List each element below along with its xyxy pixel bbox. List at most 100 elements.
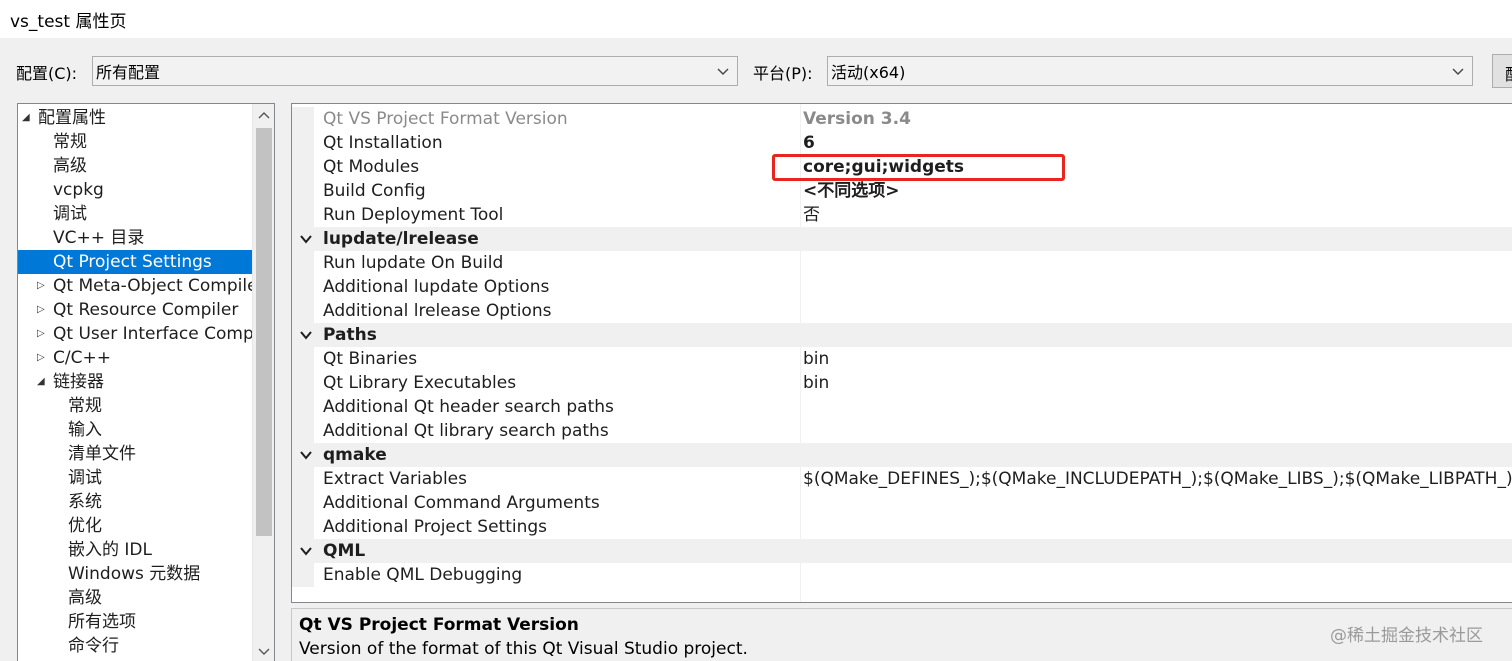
- tree-item[interactable]: Qt Project Settings: [18, 250, 252, 274]
- row-gutter: [292, 395, 314, 419]
- platform-value: 活动(x64): [831, 63, 906, 82]
- tree-item[interactable]: 常规: [18, 394, 252, 418]
- description-title: Qt VS Project Format Version: [299, 615, 579, 635]
- property-value[interactable]: 否: [803, 203, 820, 227]
- grid-property-row[interactable]: Additional lrelease Options: [292, 299, 1512, 323]
- grid-category[interactable]: Paths: [292, 323, 1512, 347]
- platform-combo[interactable]: 活动(x64): [827, 56, 1473, 86]
- property-value[interactable]: Version 3.4: [803, 107, 911, 131]
- tree-item[interactable]: 高级: [18, 586, 252, 610]
- chevron-down-icon: [717, 68, 729, 75]
- tree-item[interactable]: 命令行: [18, 634, 252, 658]
- category-name: Paths: [323, 325, 377, 345]
- row-gutter: [292, 371, 314, 395]
- chevron-down-icon[interactable]: [300, 233, 312, 245]
- tree-item[interactable]: 嵌入的 IDL: [18, 538, 252, 562]
- tree-item-label: Windows 元数据: [68, 564, 201, 584]
- expanded-triangle-icon[interactable]: ◢: [22, 106, 34, 130]
- property-name: Run lupdate On Build: [323, 253, 504, 273]
- tree-item[interactable]: 所有选项: [18, 610, 252, 634]
- tree-item-label: 常规: [53, 132, 87, 152]
- property-value[interactable]: 6: [803, 131, 815, 155]
- grid-property-row[interactable]: Extract Variables $(QMake_DEFINES_);$(QMa…: [292, 467, 1512, 491]
- tree-item[interactable]: ▷ Qt Resource Compiler: [18, 298, 252, 322]
- grid-property-row[interactable]: Additional Qt header search paths: [292, 395, 1512, 419]
- chevron-down-icon[interactable]: [300, 449, 312, 461]
- tree-item[interactable]: ▷ Qt User Interface Compil: [18, 322, 263, 346]
- row-gutter: [292, 275, 314, 299]
- tree-item-label: vcpkg: [53, 180, 104, 200]
- tree-item-label: 输入: [68, 420, 102, 440]
- row-gutter: [292, 467, 314, 491]
- tree-item[interactable]: ◢ 链接器: [18, 370, 252, 394]
- collapsed-triangle-icon[interactable]: ▷: [37, 322, 49, 346]
- configuration-value: 所有配置: [96, 63, 161, 82]
- property-value[interactable]: bin: [803, 347, 829, 371]
- grid-category[interactable]: qmake: [292, 443, 1512, 467]
- grid-category[interactable]: lupdate/lrelease: [292, 227, 1512, 251]
- tree-item[interactable]: 优化: [18, 514, 252, 538]
- tree-item-label: 命令行: [68, 636, 119, 656]
- tree-item[interactable]: 常规: [18, 130, 252, 154]
- description-text: Version of the format of this Qt Visual …: [299, 639, 748, 659]
- property-name: Additional lupdate Options: [323, 277, 550, 297]
- grid-property-row[interactable]: Qt VS Project Format Version Version 3.4: [292, 107, 1512, 131]
- grid-property-row[interactable]: Additional Command Arguments: [292, 491, 1512, 515]
- tree-item[interactable]: 清单文件: [18, 442, 252, 466]
- collapsed-triangle-icon[interactable]: ▷: [37, 274, 49, 298]
- configuration-manager-button[interactable]: 配: [1492, 54, 1512, 88]
- tree-item[interactable]: 输入: [18, 418, 252, 442]
- tree-item[interactable]: 高级: [18, 154, 252, 178]
- grid-property-row[interactable]: Additional Project Settings: [292, 515, 1512, 539]
- grid-property-row[interactable]: Qt Binaries bin: [292, 347, 1512, 371]
- grid-property-row[interactable]: Enable QML Debugging: [292, 563, 1512, 587]
- tree-item[interactable]: ◢ 配置属性: [18, 106, 252, 130]
- expanded-triangle-icon[interactable]: ◢: [37, 370, 49, 394]
- collapsed-triangle-icon[interactable]: ▷: [37, 346, 49, 370]
- tree-item-label: Qt Resource Compiler: [53, 300, 239, 320]
- collapsed-triangle-icon[interactable]: ▷: [37, 298, 49, 322]
- tree-item[interactable]: 调试: [18, 202, 252, 226]
- row-gutter: [292, 347, 314, 371]
- property-name: Qt Modules: [323, 157, 420, 177]
- grid-property-row[interactable]: Run Deployment Tool 否: [292, 203, 1512, 227]
- tree-item[interactable]: ▷ C/C++: [18, 346, 252, 370]
- tree-item[interactable]: Windows 元数据: [18, 562, 252, 586]
- chevron-up-icon[interactable]: [258, 110, 270, 122]
- tree-item[interactable]: 系统: [18, 490, 252, 514]
- property-value[interactable]: bin: [803, 371, 829, 395]
- chevron-down-icon[interactable]: [300, 329, 312, 341]
- tree-item[interactable]: vcpkg: [18, 178, 252, 202]
- grid-category[interactable]: QML: [292, 539, 1512, 563]
- grid-property-row[interactable]: Qt Installation 6: [292, 131, 1512, 155]
- row-gutter: [292, 107, 314, 131]
- grid-property-row[interactable]: Qt Library Executables bin: [292, 371, 1512, 395]
- grid-property-row[interactable]: Additional lupdate Options: [292, 275, 1512, 299]
- property-name: Additional Command Arguments: [323, 493, 600, 513]
- property-value[interactable]: <不同选项>: [803, 179, 900, 203]
- row-gutter: [292, 299, 314, 323]
- row-gutter: [292, 203, 314, 227]
- category-name: QML: [323, 541, 366, 561]
- chevron-down-icon[interactable]: [300, 545, 312, 557]
- configuration-combo[interactable]: 所有配置: [92, 56, 738, 86]
- row-gutter: [292, 131, 314, 155]
- category-name: lupdate/lrelease: [323, 229, 479, 249]
- scrollbar-thumb[interactable]: [256, 128, 272, 536]
- property-value[interactable]: $(QMake_DEFINES_);$(QMake_INCLUDEPATH_);…: [803, 467, 1512, 491]
- tree-item-label: Qt Project Settings: [53, 252, 212, 272]
- tree-item[interactable]: 调试: [18, 466, 252, 490]
- grid-property-row[interactable]: Additional Qt library search paths: [292, 419, 1512, 443]
- tree-item[interactable]: ▷ Qt Meta-Object Compile: [18, 274, 258, 298]
- tree-scrollbar[interactable]: [252, 104, 274, 661]
- tree-item-label: Qt Meta-Object Compile: [53, 276, 258, 296]
- tree-item[interactable]: VC++ 目录: [18, 226, 252, 250]
- tree-item-label: Qt User Interface Compil: [53, 324, 264, 344]
- chevron-down-icon[interactable]: [258, 645, 270, 657]
- grid-property-row[interactable]: Run lupdate On Build: [292, 251, 1512, 275]
- platform-label: 平台(P):: [753, 64, 813, 83]
- row-gutter: [292, 251, 314, 275]
- grid-property-row[interactable]: Build Config <不同选项>: [292, 179, 1512, 203]
- row-gutter: [292, 491, 314, 515]
- property-name: Qt VS Project Format Version: [323, 109, 568, 129]
